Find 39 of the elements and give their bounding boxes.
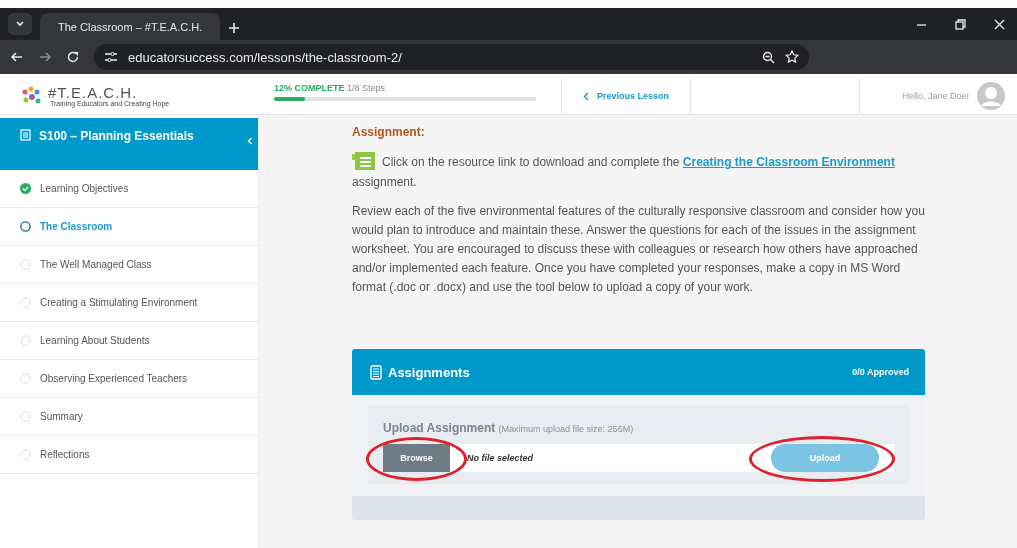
- chevron-left-icon: [583, 91, 589, 101]
- assignment-description: Review each of the five environmental features of the culturally responsive classroom and consider how you would plan to introduce and maintain these. Answer the questions for each of the issues in the assignment worksheet. You are encouraged to discuss these with colleagues or research how others have approached and/or implemented each feature. Once you have completed your responses, make a copy in MS Word format (.doc or .docx) and use the tool below to upload a copy of your work.: [352, 203, 926, 296]
- document-icon: [20, 129, 31, 141]
- progress-label: 12% COMPLETE 1/8 Steps: [274, 83, 387, 93]
- restore-icon[interactable]: [955, 18, 966, 30]
- check-circle-icon: [20, 183, 31, 194]
- assignment-heading: Assignment:: [352, 125, 426, 139]
- assignments-title: Assignments: [388, 364, 470, 380]
- site-logo[interactable]: #T.E.A.C.H.: [48, 84, 170, 100]
- forward-arrow-icon[interactable]: [38, 50, 52, 64]
- browse-button[interactable]: Browse: [383, 444, 450, 472]
- greeting-text: Hello, Jane Doe!: [902, 91, 969, 101]
- document-icon: [352, 151, 376, 171]
- browser-tab[interactable]: The Classroom – #T.E.A.C.H.: [40, 13, 220, 40]
- upload-title: Upload Assignment (Maximum upload file size: 256M): [383, 421, 635, 435]
- circle-icon: [20, 449, 31, 460]
- zoom-icon[interactable]: [762, 50, 775, 64]
- course-title-bar: S100 – Planning Essentials: [0, 118, 258, 170]
- address-bar[interactable]: educatorsuccess.com/lessons/the-classroom-2/: [94, 44, 809, 70]
- chevron-left-icon: [247, 137, 253, 145]
- close-icon[interactable]: [994, 18, 1005, 30]
- document-icon: [370, 364, 382, 380]
- circle-icon: [20, 335, 31, 346]
- circle-icon: [20, 297, 31, 308]
- file-status: No file selected: [467, 453, 535, 463]
- reload-icon[interactable]: [66, 50, 80, 64]
- circle-icon: [20, 221, 31, 232]
- approved-count: 0/0 Approved: [852, 367, 909, 377]
- chevron-down-icon: [15, 19, 25, 29]
- circle-icon: [20, 411, 31, 422]
- resource-instruction: Click on the resource link to download and complete the Creating the Classroom Environment assignment.: [352, 151, 937, 192]
- star-icon[interactable]: [785, 50, 799, 64]
- new-tab-icon[interactable]: [228, 22, 240, 34]
- site-settings-icon[interactable]: [104, 51, 118, 63]
- tab-list-button[interactable]: [8, 13, 32, 35]
- lesson-item[interactable]: Learning Objectives: [0, 170, 258, 208]
- circle-icon: [20, 259, 31, 270]
- circle-icon: [20, 373, 31, 384]
- back-arrow-icon[interactable]: [10, 50, 24, 64]
